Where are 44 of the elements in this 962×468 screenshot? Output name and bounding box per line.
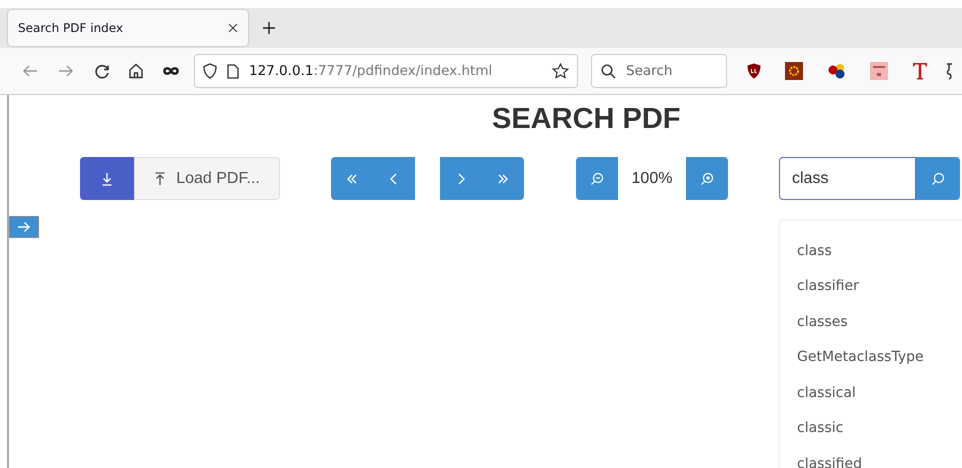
double-chevron-right-icon: [496, 172, 510, 186]
reload-icon[interactable]: [95, 64, 110, 78]
zoom-out-icon: [590, 172, 604, 186]
double-chevron-left-icon: [345, 172, 359, 186]
cors-extension-icon[interactable]: [870, 62, 888, 80]
upload-icon: [154, 172, 166, 186]
suggestion-item[interactable]: class: [780, 233, 962, 268]
search-icon: [931, 172, 945, 186]
arrow-right-icon: [17, 221, 31, 233]
browser-tab[interactable]: Search PDF index: [8, 10, 248, 46]
search-button[interactable]: [916, 157, 960, 200]
address-bar[interactable]: 127.0.0.1:7777/pdfindex/index.html: [194, 54, 578, 88]
expand-sidebar-button[interactable]: [9, 216, 39, 238]
home-icon[interactable]: [128, 63, 144, 79]
close-icon[interactable]: [228, 23, 238, 33]
infinity-icon[interactable]: [162, 66, 180, 76]
suggestion-item[interactable]: classes: [780, 304, 962, 340]
serif-t-extension-icon[interactable]: [912, 62, 928, 80]
search-icon: [601, 64, 616, 79]
tab-title: Search PDF index: [18, 21, 124, 35]
plus-icon: [262, 21, 276, 35]
page-title: SEARCH PDF: [492, 103, 681, 136]
balls-extension-icon[interactable]: [827, 63, 846, 79]
url-text: 127.0.0.1:7777/pdfindex/index.html: [249, 63, 494, 79]
zoom-in-button[interactable]: [686, 157, 728, 200]
forward-icon[interactable]: [58, 64, 74, 78]
extension-icon[interactable]: [946, 62, 952, 80]
load-pdf-button[interactable]: Load PDF...: [134, 157, 280, 200]
shield-extension-icon[interactable]: [747, 63, 761, 79]
star-icon[interactable]: [552, 63, 569, 79]
suggestion-item[interactable]: classified: [780, 446, 962, 468]
zoom-out-button[interactable]: [576, 157, 618, 200]
sun-extension-icon[interactable]: [785, 62, 803, 80]
search-field[interactable]: Search: [591, 54, 727, 88]
download-icon: [101, 172, 113, 186]
suggestion-item[interactable]: classical: [780, 375, 962, 410]
suggestion-item[interactable]: GetMetaclassType: [780, 340, 962, 375]
back-icon[interactable]: [22, 64, 38, 78]
shield-icon[interactable]: [203, 63, 217, 79]
page-icon: [227, 64, 239, 78]
zoom-in-icon: [700, 172, 714, 186]
search-input[interactable]: class: [779, 157, 916, 200]
suggestion-item[interactable]: classifier: [780, 268, 962, 304]
suggestion-item[interactable]: classic: [780, 410, 962, 446]
